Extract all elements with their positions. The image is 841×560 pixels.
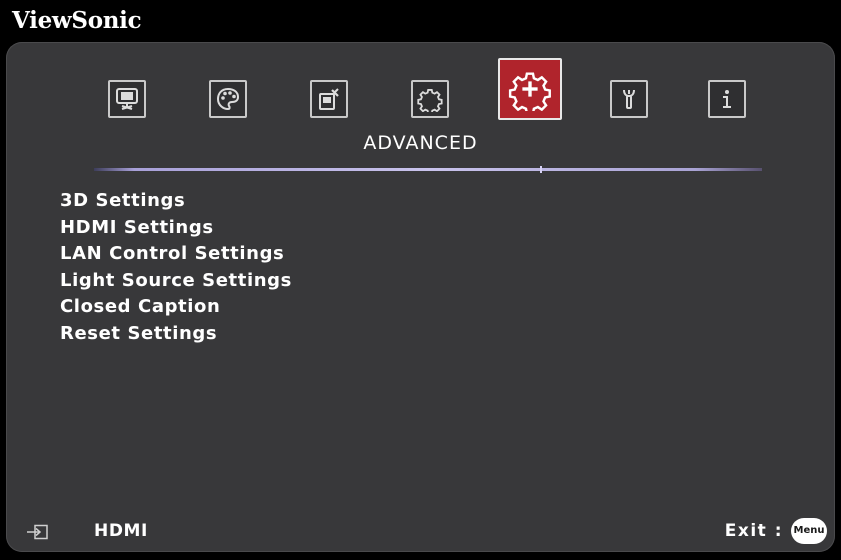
divider-tick — [540, 166, 542, 173]
exit-hint: Exit : Menu — [725, 518, 827, 544]
tab-system[interactable] — [610, 80, 648, 118]
tab-display[interactable] — [108, 80, 146, 118]
brand-logo: ViewSonic — [12, 7, 142, 34]
tab-basic[interactable] — [411, 80, 449, 118]
menu-item-lan-control-settings[interactable]: LAN Control Settings — [60, 241, 292, 268]
input-source-label: HDMI — [94, 521, 148, 541]
exit-label: Exit : — [724, 521, 783, 541]
divider — [94, 166, 762, 173]
menu-item-3d-settings[interactable]: 3D Settings — [60, 188, 292, 215]
menu-item-hdmi-settings[interactable]: HDMI Settings — [60, 215, 292, 242]
advanced-menu-list: 3D Settings HDMI Settings LAN Control Se… — [60, 188, 292, 347]
tab-image[interactable] — [209, 80, 247, 118]
status-footer: HDMI Exit : Menu — [6, 512, 835, 552]
osd-menu-panel: ADVANCED 3D Settings HDMI Settings LAN C… — [6, 42, 835, 552]
menu-item-reset-settings[interactable]: Reset Settings — [60, 321, 292, 348]
menu-item-light-source-settings[interactable]: Light Source Settings — [60, 268, 292, 295]
section-title: ADVANCED — [363, 132, 478, 154]
advanced-gear-plus-icon — [508, 72, 551, 111]
info-icon — [723, 90, 731, 108]
gear-icon — [417, 89, 443, 112]
tab-information[interactable] — [708, 80, 746, 118]
tab-power[interactable] — [310, 80, 348, 118]
input-source-icon — [27, 524, 48, 540]
menu-item-closed-caption[interactable]: Closed Caption — [60, 294, 292, 321]
tab-bar — [96, 48, 766, 138]
phone-settings-icon — [319, 88, 339, 110]
menu-button[interactable]: Menu — [791, 518, 827, 544]
tab-advanced[interactable] — [498, 58, 562, 120]
presentation-screen-icon — [116, 88, 138, 110]
wrench-icon — [623, 89, 635, 109]
palette-icon — [216, 87, 240, 111]
